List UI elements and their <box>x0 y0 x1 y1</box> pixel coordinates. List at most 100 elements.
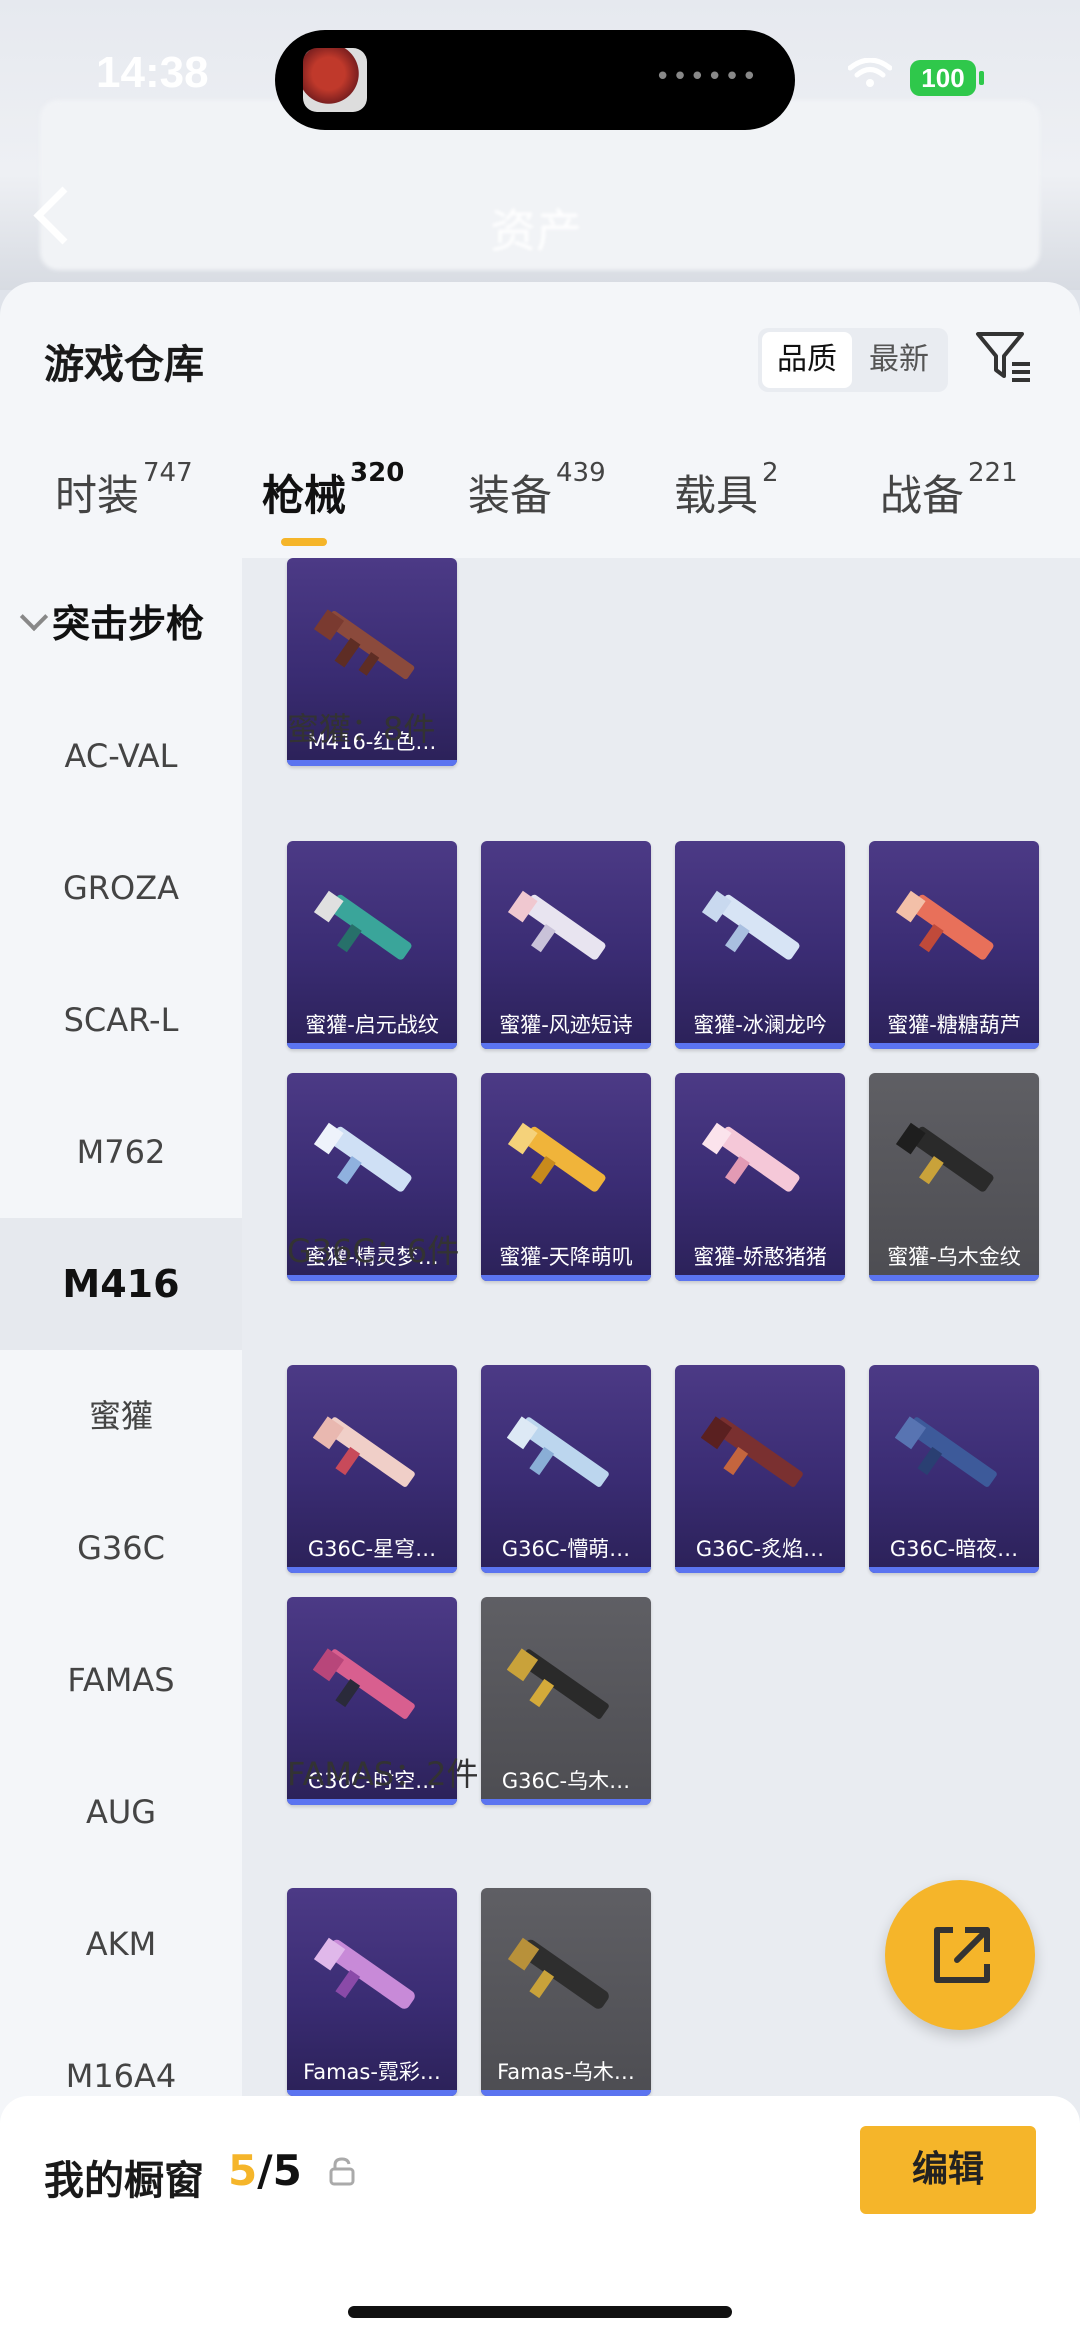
category-item[interactable]: AKM <box>0 1878 242 2010</box>
page-title: 游戏仓库 <box>44 342 204 388</box>
showcase-title: 我的橱窗 <box>44 2158 204 2204</box>
category-item-selected[interactable]: M416 <box>0 1218 242 1350</box>
tab-count: 2 <box>762 458 779 488</box>
tab-vehicles[interactable]: 载具 2 <box>674 458 779 523</box>
share-icon <box>934 1927 990 1983</box>
weapon-tile[interactable]: 蜜獾-冰澜龙吟 <box>675 841 845 1049</box>
section-title-famas: FAMAS：2件 <box>287 1755 479 1793</box>
category-item[interactable]: G36C <box>0 1482 242 1614</box>
smg-icon <box>507 890 606 960</box>
weapon-tile[interactable]: 蜜獾-糖糖葫芦 <box>869 841 1039 1049</box>
category-item[interactable]: AUG <box>0 1746 242 1878</box>
rifle-icon <box>895 1416 997 1487</box>
weapon-tile[interactable]: 蜜獾-风迹短诗 <box>481 841 651 1049</box>
smg-icon <box>895 890 994 960</box>
smg-icon <box>701 1122 800 1192</box>
weapon-name: 蜜獾-糖糖葫芦 <box>887 1013 1021 1037</box>
tab-label: 载具 <box>674 471 759 520</box>
weapon-name: Famas-霓彩… <box>303 2060 441 2084</box>
weapon-name: 蜜獾-冰澜龙吟 <box>693 1013 827 1037</box>
category-item[interactable]: M762 <box>0 1086 242 1218</box>
chevron-down-icon <box>19 602 49 632</box>
tab-label: 战备 <box>880 471 965 520</box>
smg-icon <box>507 1122 606 1192</box>
showcase-bar: 我的橱窗 5/5 编辑 <box>0 2096 1080 2341</box>
tab-supplies[interactable]: 战备 221 <box>880 458 1018 523</box>
tab-count: 747 <box>143 458 193 488</box>
share-button[interactable] <box>885 1880 1035 2030</box>
dynamic-island: •••••• <box>275 30 795 130</box>
lock-icon[interactable] <box>328 2156 356 2186</box>
weapon-name: 蜜獾-天降萌叽 <box>499 1245 633 1269</box>
home-indicator <box>348 2306 732 2318</box>
weapon-name: 蜜獾-娇憨猪猪 <box>693 1245 827 1269</box>
weapon-name: G36C-炙焰… <box>695 1537 825 1561</box>
category-group-label: 突击步枪 <box>52 602 205 646</box>
background-header: 资产 14:38 •••••• 100 <box>0 0 1080 290</box>
weapon-tile[interactable]: G36C-乌木… <box>481 1597 651 1805</box>
tab-label: 时装 <box>55 471 140 520</box>
weapon-name: 蜜獾-乌木金纹 <box>887 1245 1021 1269</box>
weapon-name: 蜜獾-启元战纹 <box>305 1013 439 1037</box>
weapon-category-list: 突击步枪 AC-VAL GROZA SCAR-L M762 M416 蜜獾 G3… <box>0 558 242 2341</box>
weapon-tile[interactable]: 蜜獾-娇憨猪猪 <box>675 1073 845 1281</box>
edit-button[interactable]: 编辑 <box>860 2126 1036 2214</box>
showcase-used: 5 <box>228 2146 258 2195</box>
weapon-name: 蜜獾-风迹短诗 <box>499 1013 633 1037</box>
weapon-tile[interactable]: 蜜獾-乌木金纹 <box>869 1073 1039 1281</box>
weapon-tile[interactable]: 蜜獾-天降萌叽 <box>481 1073 651 1281</box>
rifle-icon <box>313 609 415 680</box>
smg-icon <box>313 890 412 960</box>
rifle-icon <box>507 1416 609 1487</box>
battery-indicator: 100 <box>910 60 984 96</box>
weapon-tile[interactable]: G36C-暗夜… <box>869 1365 1039 1573</box>
tab-fashion[interactable]: 时装 747 <box>55 458 193 523</box>
weapon-name: Famas-乌木… <box>497 2060 635 2084</box>
category-item[interactable]: SCAR-L <box>0 954 242 1086</box>
category-item[interactable]: AC-VAL <box>0 690 242 822</box>
rifle-icon <box>507 1937 609 2009</box>
section-title-g36c: G36C：6件 <box>287 1232 460 1270</box>
weapon-tile[interactable]: G36C-星穹… <box>287 1365 457 1573</box>
smg-icon <box>895 1122 994 1192</box>
category-tabs: 时装 747 枪械 320 装备 439 载具 2 战备 221 <box>0 458 1080 562</box>
sort-toggle: 品质 最新 <box>758 328 948 392</box>
category-item[interactable]: 蜜獾 <box>0 1350 242 1482</box>
showcase-count: 5/5 <box>228 2146 302 2195</box>
filter-icon[interactable] <box>972 324 1036 388</box>
weapon-grid: M416-红色… 蜜獾：8件 蜜獾-启元战纹 蜜獾-风迹短诗 蜜獾-冰澜龙吟 蜜… <box>242 558 1080 2341</box>
weapon-name: G36C-乌木… <box>501 1769 631 1793</box>
active-tab-indicator <box>281 538 327 546</box>
tab-label: 枪械 <box>262 471 347 520</box>
rifle-icon <box>313 1937 415 2009</box>
weapon-name: G36C-懵萌… <box>501 1537 631 1561</box>
tab-equipment[interactable]: 装备 439 <box>468 458 606 523</box>
warehouse-sheet: 游戏仓库 品质 最新 时装 747 枪械 320 装备 439 载具 2 战备 221 突… <box>0 282 1080 2341</box>
tab-count: 320 <box>350 458 405 488</box>
weapon-name: G36C-星穹… <box>307 1537 437 1561</box>
rifle-icon <box>313 1416 415 1487</box>
smg-icon <box>313 1122 412 1192</box>
status-time: 14:38 <box>96 48 209 97</box>
rifle-icon <box>701 1416 803 1487</box>
weapon-tile[interactable]: G36C-懵萌… <box>481 1365 651 1573</box>
weapon-tile[interactable]: G36C-炙焰… <box>675 1365 845 1573</box>
rifle-icon <box>313 1648 415 1719</box>
weapon-tile[interactable]: Famas-霓彩… <box>287 1888 457 2096</box>
rifle-icon <box>507 1648 609 1719</box>
sort-quality-button[interactable]: 品质 <box>762 332 852 388</box>
heart-app-icon <box>303 48 367 112</box>
background-title: 资产 <box>490 204 582 258</box>
tab-firearms[interactable]: 枪械 320 <box>262 458 404 523</box>
weapon-tile[interactable]: Famas-乌木… <box>481 1888 651 2096</box>
tab-count: 439 <box>556 458 606 488</box>
weapon-name: G36C-暗夜… <box>889 1537 1019 1561</box>
category-item[interactable]: FAMAS <box>0 1614 242 1746</box>
section-title-honey-badger: 蜜獾：8件 <box>287 710 436 748</box>
category-group-assault-rifles[interactable]: 突击步枪 <box>0 558 242 690</box>
weapon-tile[interactable]: 蜜獾-启元战纹 <box>287 841 457 1049</box>
island-dots-icon: •••••• <box>654 62 759 92</box>
category-item[interactable]: GROZA <box>0 822 242 954</box>
showcase-total: 5 <box>272 2146 302 2195</box>
sort-newest-button[interactable]: 最新 <box>854 332 944 388</box>
